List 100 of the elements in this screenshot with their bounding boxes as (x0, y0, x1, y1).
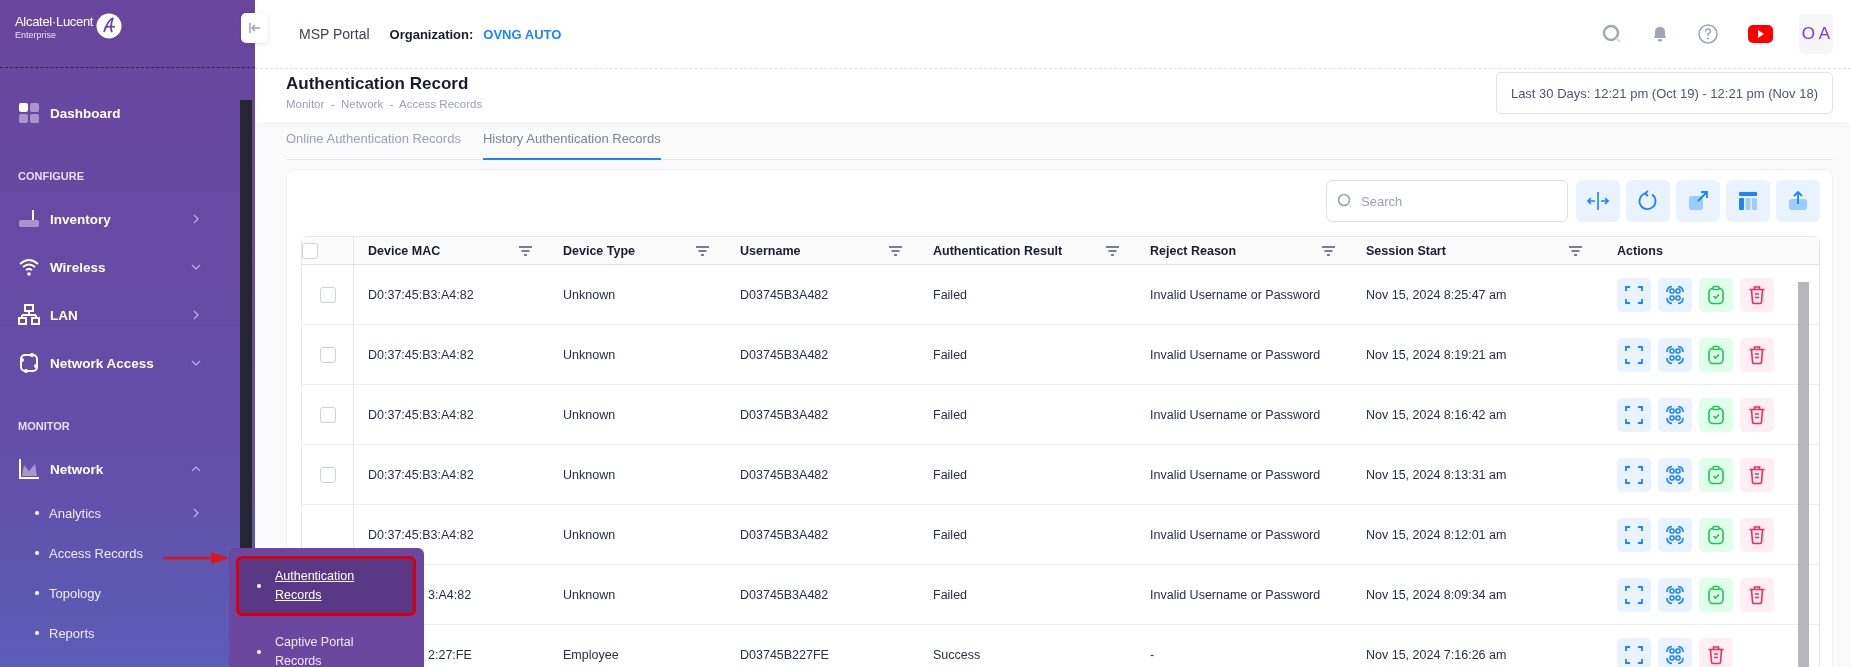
scan-button[interactable] (1658, 397, 1692, 432)
expand-button[interactable] (1617, 337, 1651, 372)
help-icon[interactable] (1697, 24, 1718, 44)
scan-button[interactable] (1658, 517, 1692, 552)
table-cell: D03745B3A482 (740, 587, 829, 602)
collapse-sidebar-button[interactable] (241, 13, 268, 43)
bullet-icon (35, 551, 39, 555)
delete-button[interactable] (1699, 637, 1733, 667)
delete-button[interactable] (1740, 577, 1774, 612)
date-range-picker[interactable]: Last 30 Days: 12:21 pm (Oct 19) - 12:21 pm (Nov 18) (1495, 72, 1833, 114)
scan-button[interactable] (1658, 577, 1692, 612)
filter-icon[interactable] (1569, 245, 1582, 256)
nodes-icon (18, 352, 40, 374)
approve-button[interactable] (1699, 577, 1733, 612)
column-header: Session Start (1366, 243, 1446, 258)
expand-button[interactable] (1617, 457, 1651, 492)
table-cell: D03745B3A482 (740, 467, 829, 482)
bullet-icon (35, 591, 39, 595)
delete-button[interactable] (1740, 277, 1774, 312)
table-cell: Invalid Username or Password (1150, 587, 1321, 602)
table-cell: Failed (933, 467, 968, 482)
table-cell: D03745B227FE (740, 647, 829, 662)
search-field[interactable]: Search (1326, 180, 1568, 222)
approve-button[interactable] (1699, 337, 1733, 372)
bullet-icon (35, 631, 39, 635)
open-button[interactable] (1676, 180, 1720, 222)
nav-label: Reports (49, 625, 96, 641)
bell-icon[interactable] (1651, 25, 1668, 43)
row-checkbox[interactable] (319, 466, 336, 483)
select-all-checkbox[interactable] (302, 242, 318, 259)
expand-button[interactable] (1617, 577, 1651, 612)
table-cell: D0:37:45:B3:A4:82 (368, 407, 474, 422)
table-cell: D0:37:45:B3:A4:82 (368, 527, 474, 542)
expand-button[interactable] (1617, 397, 1651, 432)
expand-button[interactable] (1617, 637, 1651, 667)
scan-button[interactable] (1658, 277, 1692, 312)
expand-icon (1624, 524, 1644, 545)
expand-button[interactable] (1617, 277, 1651, 312)
columns-button[interactable] (1726, 180, 1770, 222)
submenu-label: Captive Portal Records (275, 634, 355, 667)
table-cell: D0:37:45:B3:A4:82 (368, 347, 474, 362)
nav-item[interactable]: LAN (18, 291, 240, 339)
search-icon[interactable] (1601, 24, 1622, 44)
export-button[interactable] (1776, 180, 1820, 222)
nav-label: Network (50, 461, 105, 477)
table-cell: Unknown (563, 467, 616, 482)
filter-icon[interactable] (889, 245, 902, 256)
table-cell: Nov 15, 2024 8:16:42 am (1366, 407, 1507, 422)
scan-icon (1665, 344, 1685, 365)
table-cell: Nov 15, 2024 8:25:47 am (1366, 287, 1507, 302)
row-checkbox[interactable] (319, 346, 336, 363)
scan-button[interactable] (1658, 337, 1692, 372)
expand-button[interactable] (1617, 517, 1651, 552)
breadcrumb: Monitor - Network - Access Records (286, 98, 483, 110)
nav-item[interactable]: Wireless (18, 243, 240, 291)
row-checkbox[interactable] (319, 286, 336, 303)
video-play-icon[interactable] (1747, 25, 1773, 43)
nav-item[interactable]: Inventory (18, 195, 240, 243)
nav-item[interactable]: Network (18, 445, 240, 493)
filter-icon[interactable] (1106, 245, 1119, 256)
table-cell: Failed (933, 347, 968, 362)
table-cell: D03745B3A482 (740, 527, 829, 542)
table-cell: Nov 15, 2024 8:09:34 am (1366, 587, 1507, 602)
nav-item[interactable]: Dashboard (18, 89, 240, 137)
refresh-icon (1637, 190, 1659, 212)
approve-button[interactable] (1699, 457, 1733, 492)
nav-subitem[interactable]: Analytics (18, 493, 240, 533)
nav-label: Dashboard (50, 105, 122, 121)
nav-item[interactable]: Network Access (18, 339, 240, 387)
column-header: Authentication Result (933, 243, 1063, 258)
delete-button[interactable] (1740, 337, 1774, 372)
router-icon (18, 208, 40, 230)
table-cell: - (1150, 647, 1155, 662)
organization-link[interactable]: OVNG AUTO (483, 26, 562, 42)
filter-icon[interactable] (1322, 245, 1335, 256)
approve-button[interactable] (1699, 517, 1733, 552)
delete-button[interactable] (1740, 517, 1774, 552)
clipboard-check-icon (1706, 584, 1726, 605)
scan-button[interactable] (1658, 637, 1692, 667)
user-avatar[interactable]: O A (1798, 14, 1833, 54)
submenu-item[interactable]: Authentication Records (236, 556, 416, 616)
row-checkbox[interactable] (319, 406, 336, 423)
scan-button[interactable] (1658, 457, 1692, 492)
column-header: Reject Reason (1150, 243, 1237, 258)
tab[interactable]: History Authentication Records (482, 131, 661, 160)
filter-icon[interactable] (519, 245, 532, 256)
organization-label: Organization: (389, 26, 474, 42)
refresh-button[interactable] (1626, 180, 1670, 222)
table-cell: D03745B3A482 (740, 287, 829, 302)
table-cell: Invalid Username or Password (1150, 287, 1321, 302)
resize-button[interactable] (1576, 180, 1620, 222)
table-cell: Unknown (563, 527, 616, 542)
delete-button[interactable] (1740, 397, 1774, 432)
approve-button[interactable] (1699, 397, 1733, 432)
wifi-icon (18, 256, 40, 278)
filter-icon[interactable] (696, 245, 709, 256)
column-header: Device MAC (368, 243, 441, 258)
delete-button[interactable] (1740, 457, 1774, 492)
approve-button[interactable] (1699, 277, 1733, 312)
page-title: Authentication Record (286, 74, 470, 94)
